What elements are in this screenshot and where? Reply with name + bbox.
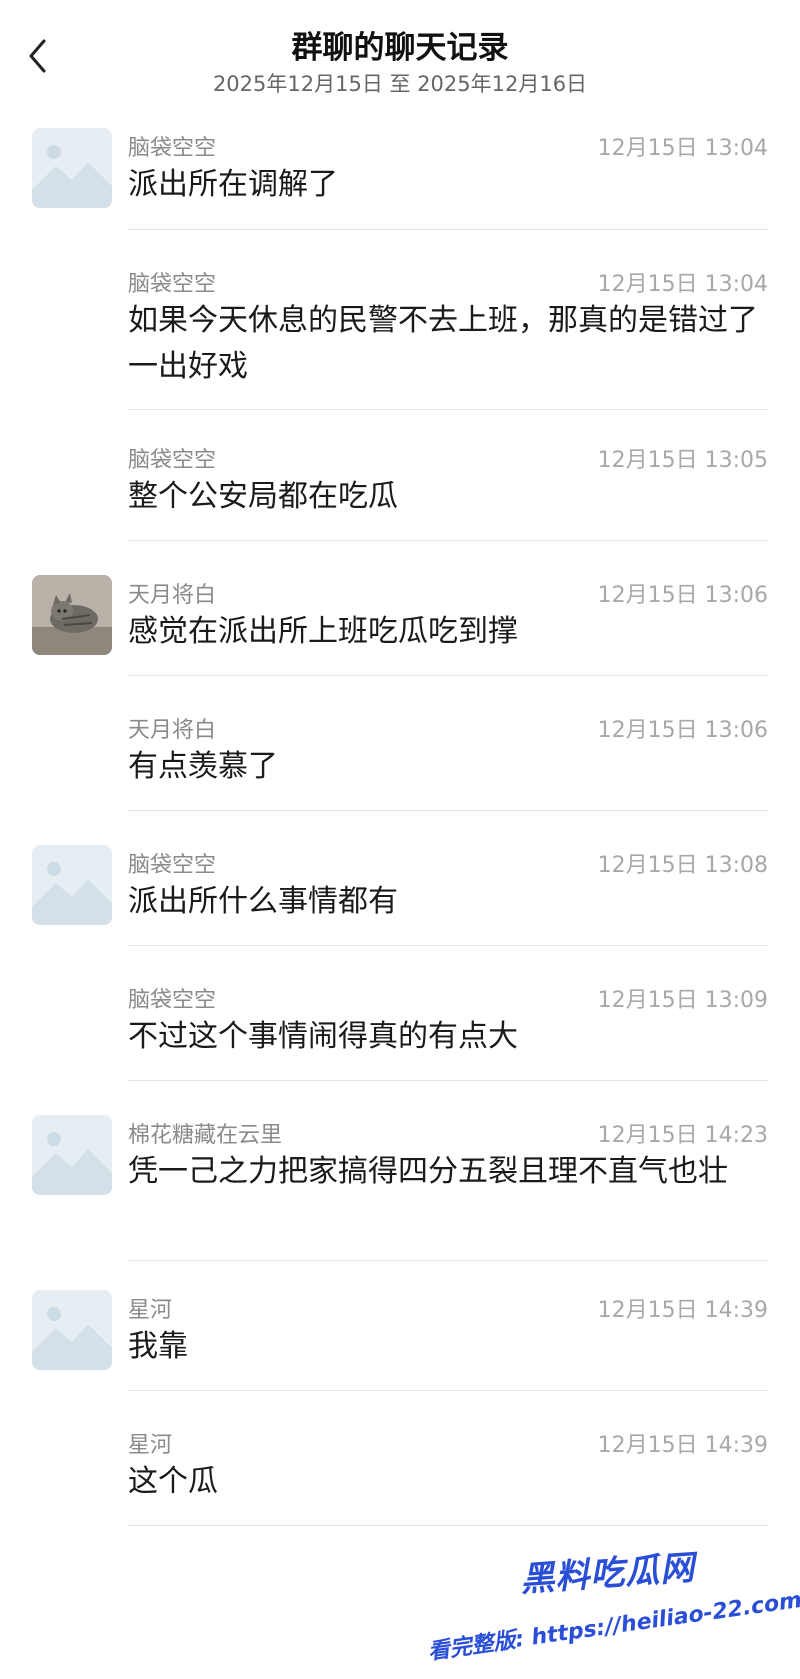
message-text: 整个公安局都在吃瓜 <box>128 479 398 514</box>
sender-name: 脑袋空空 <box>128 272 217 297</box>
placeholder-avatar-icon <box>32 1290 112 1370</box>
divider <box>128 945 768 946</box>
cat-photo-avatar-icon <box>32 575 112 655</box>
sender-name: 星河 <box>128 1433 173 1458</box>
message-text: 如果今天休息的民警不去上班，那真的是错过了一出好戏 <box>128 303 758 384</box>
divider <box>128 540 768 541</box>
page-title: 群聊的聊天记录 <box>291 30 509 66</box>
header-bar: 群聊的聊天记录 2025年12月15日 至 2025年12月16日 <box>0 0 800 110</box>
avatar[interactable] <box>32 1115 112 1195</box>
message-text: 不过这个事情闹得真的有点大 <box>128 1019 518 1054</box>
divider <box>128 229 768 230</box>
message-text: 我靠 <box>128 1329 188 1364</box>
message-text: 有点羡慕了 <box>128 749 278 784</box>
message-time: 12月15日 13:06 <box>597 718 768 743</box>
watermark: 黑料吃瓜网 看完整版: https://heiliao-22.com <box>420 1538 800 1679</box>
divider <box>128 675 768 676</box>
message-time: 12月15日 13:04 <box>597 136 768 161</box>
sender-name: 棉花糖藏在云里 <box>128 1123 283 1148</box>
divider <box>128 409 768 410</box>
message-text: 凭一己之力把家搞得四分五裂且理不直气也壮 <box>128 1154 728 1189</box>
message-time: 12月15日 14:23 <box>597 1123 768 1148</box>
placeholder-avatar-icon <box>32 845 112 925</box>
message-time: 12月15日 13:04 <box>597 272 768 297</box>
divider <box>128 1525 768 1526</box>
watermark-url: 看完整版: https://heiliao-22.com <box>426 1587 800 1666</box>
divider <box>128 1080 768 1081</box>
placeholder-avatar-icon <box>32 1115 112 1195</box>
sender-name: 脑袋空空 <box>128 853 217 878</box>
avatar[interactable] <box>32 575 112 655</box>
avatar[interactable] <box>32 128 112 208</box>
message-time: 12月15日 14:39 <box>597 1298 768 1323</box>
message-time: 12月15日 13:06 <box>597 583 768 608</box>
message-time: 12月15日 13:05 <box>597 448 768 473</box>
date-range: 2025年12月15日 至 2025年12月16日 <box>212 72 588 96</box>
avatar[interactable] <box>32 1290 112 1370</box>
watermark-brand: 黑料吃瓜网 <box>519 1547 697 1601</box>
message-text: 这个瓜 <box>128 1464 218 1499</box>
sender-name: 星河 <box>128 1298 173 1323</box>
message-text: 派出所什么事情都有 <box>128 884 398 919</box>
sender-name: 脑袋空空 <box>128 448 217 473</box>
message-text: 感觉在派出所上班吃瓜吃到撑 <box>128 614 518 649</box>
message-text: 派出所在调解了 <box>128 167 338 202</box>
sender-name: 脑袋空空 <box>128 136 217 161</box>
sender-name: 天月将白 <box>128 718 217 743</box>
divider <box>128 1260 768 1261</box>
divider <box>128 1390 768 1391</box>
placeholder-avatar-icon <box>32 128 112 208</box>
avatar[interactable] <box>32 845 112 925</box>
message-time: 12月15日 14:39 <box>597 1433 768 1458</box>
divider <box>128 810 768 811</box>
sender-name: 脑袋空空 <box>128 988 217 1013</box>
message-time: 12月15日 13:09 <box>597 988 768 1013</box>
message-time: 12月15日 13:08 <box>597 853 768 878</box>
sender-name: 天月将白 <box>128 583 217 608</box>
